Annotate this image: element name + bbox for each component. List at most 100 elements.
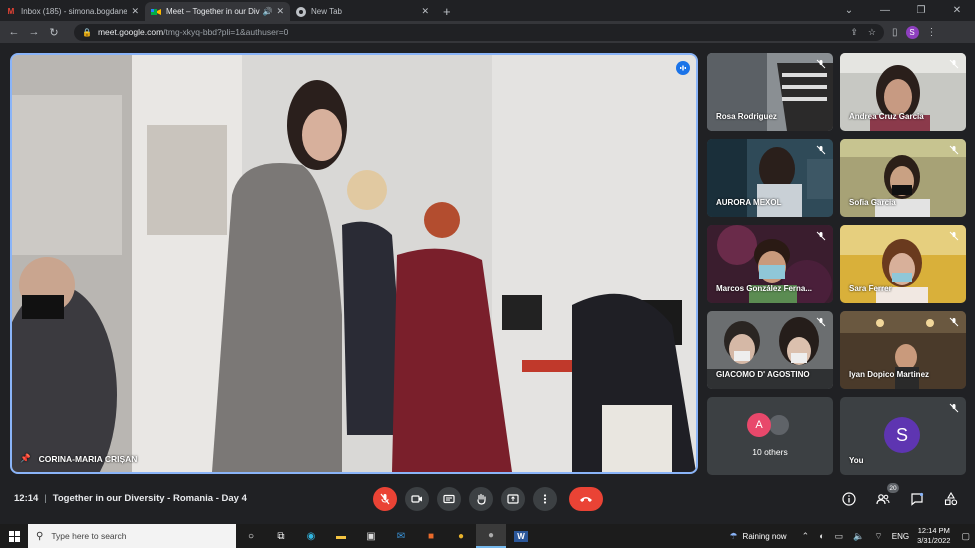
gmail-icon: M	[7, 7, 15, 16]
pin-icon[interactable]: 📌	[20, 453, 31, 464]
word-icon[interactable]: W	[506, 524, 536, 548]
forward-icon[interactable]: →	[24, 22, 44, 42]
tab-gmail[interactable]: M Inbox (185) - simona.bogdanesc ✕	[0, 2, 145, 21]
battery-icon[interactable]: ▭	[835, 531, 844, 542]
mic-off-icon	[380, 493, 390, 505]
captions-button[interactable]	[437, 487, 461, 511]
new-tab-button[interactable]: +	[443, 2, 451, 21]
weather-rain-icon[interactable]: ☂	[729, 531, 737, 542]
profile-avatar[interactable]: S	[905, 25, 919, 39]
mic-off-icon	[949, 317, 959, 327]
others-tile[interactable]: A 10 others	[707, 397, 833, 475]
task-view-icon[interactable]: ⧉	[266, 524, 296, 548]
camera-toggle-button[interactable]	[405, 487, 429, 511]
lock-icon[interactable]: 🔒	[82, 28, 92, 37]
side-panel-icon[interactable]: ▯	[892, 27, 898, 38]
participant-name: Sofia Garcia	[849, 198, 896, 207]
taskbar-clock[interactable]: 12:14 PM 3/31/2022	[917, 526, 950, 546]
participant-name: Iyan Dopico Martinez	[849, 370, 930, 379]
stage-speaker-name: CORINA-MARIA CRIȘAN	[38, 453, 138, 464]
chrome-taskbar-icon[interactable]: ●	[446, 524, 476, 548]
reload-icon[interactable]: ↻	[44, 22, 64, 42]
menu-kebab-icon[interactable]: ⋮	[927, 27, 937, 38]
chevron-up-icon[interactable]: ⌃	[802, 531, 810, 542]
mic-toggle-button[interactable]	[373, 487, 397, 511]
store-icon[interactable]: ▣	[356, 524, 386, 548]
weather-label[interactable]: Raining now	[743, 532, 787, 541]
back-icon[interactable]: ←	[4, 22, 24, 42]
clock-date: 3/31/2022	[917, 536, 951, 545]
people-button[interactable]: 20	[873, 483, 899, 509]
minimize-icon[interactable]: —	[867, 0, 903, 21]
language-indicator[interactable]: ENG	[892, 532, 909, 541]
notifications-icon[interactable]: ▢	[961, 531, 970, 542]
mic-off-icon	[949, 59, 959, 69]
tab-title: Meet – Together in our Diversi	[166, 7, 260, 16]
camera-icon	[411, 495, 422, 503]
leave-call-button[interactable]	[569, 487, 603, 511]
people-icon	[876, 494, 890, 505]
wifi-icon[interactable]: ⌔	[874, 531, 882, 542]
chrome-active-window-icon[interactable]: ●	[476, 524, 506, 548]
tab-title: Inbox (185) - simona.bogdanesc	[21, 7, 128, 16]
activities-button[interactable]	[941, 489, 961, 509]
meet-icon	[151, 7, 161, 17]
meeting-separator: |	[44, 493, 47, 504]
chat-button[interactable]	[907, 489, 927, 509]
meeting-time: 12:14	[14, 493, 39, 504]
participant-tile[interactable]: Iyan Dopico Martinez	[840, 311, 966, 389]
volume-muted-icon[interactable]: 🔈	[853, 531, 864, 542]
bookmark-star-icon[interactable]: ☆	[868, 27, 876, 38]
url-host: meet.google.com	[97, 27, 164, 37]
edge-icon[interactable]: ◉	[296, 524, 326, 548]
raise-hand-button[interactable]	[469, 487, 493, 511]
mic-off-icon	[816, 231, 826, 241]
participant-tile[interactable]: AURORA MEXOL	[707, 139, 833, 217]
cortana-icon[interactable]: ○	[236, 524, 266, 548]
close-tab-icon[interactable]: ✕	[276, 6, 284, 17]
info-icon	[842, 492, 856, 506]
tab-meet[interactable]: Meet – Together in our Diversi 🔊 ✕	[145, 2, 290, 21]
participant-tile[interactable]: Sofia Garcia	[840, 139, 966, 217]
participant-tile[interactable]: Marcos González Ferna...	[707, 225, 833, 303]
windows-taskbar: ⚲ Type here to search ○ ⧉ ◉ ▬ ▣ ✉ ■ ● ● …	[0, 524, 975, 548]
participant-name: GIACOMO D' AGOSTINO	[716, 370, 810, 379]
meet-now-icon[interactable]: ◐	[819, 531, 824, 541]
speaker-icon[interactable]: 🔊	[262, 7, 272, 16]
close-tab-icon[interactable]: ✕	[131, 6, 139, 17]
participant-name: Andrea Cruz Garcia	[849, 112, 924, 121]
participant-tile[interactable]: GIACOMO D' AGOSTINO	[707, 311, 833, 389]
taskbar-search-placeholder: Type here to search	[51, 531, 127, 541]
people-count-badge: 20	[887, 483, 899, 493]
tab-search-icon[interactable]: ⌄	[831, 0, 867, 21]
search-icon: ⚲	[36, 530, 44, 542]
mic-off-icon	[949, 403, 959, 413]
self-tile[interactable]: S You	[840, 397, 966, 475]
file-explorer-icon[interactable]: ▬	[326, 524, 356, 548]
restore-icon[interactable]: ❐	[903, 0, 939, 21]
close-window-icon[interactable]: ✕	[939, 0, 975, 21]
office-icon[interactable]: ■	[416, 524, 446, 548]
present-screen-icon	[507, 494, 519, 504]
system-tray: ☂ Raining now ⌃ ◐ ▭ 🔈 ⌔ ENG 12:14 PM 3/3…	[724, 524, 975, 548]
participant-name: AURORA MEXOL	[716, 198, 782, 207]
participant-tile[interactable]: Rosa Rodriguez	[707, 53, 833, 131]
participant-tile[interactable]: Sara Ferrer	[840, 225, 966, 303]
close-tab-icon[interactable]: ✕	[421, 6, 429, 17]
windows-start-icon[interactable]	[0, 524, 28, 548]
more-options-button[interactable]	[533, 487, 557, 511]
taskbar-search-box[interactable]: ⚲ Type here to search	[28, 524, 236, 548]
hand-icon	[477, 493, 486, 505]
meeting-details-button[interactable]	[839, 489, 859, 509]
share-icon[interactable]: ⇪	[850, 27, 858, 38]
mail-icon[interactable]: ✉	[386, 524, 416, 548]
window-controls: ⌄ — ❐ ✕	[831, 0, 975, 21]
stage-speaker-label: 📌 CORINA-MARIA CRIȘAN	[20, 453, 137, 464]
present-button[interactable]	[501, 487, 525, 511]
main-video-stage[interactable]: 📌 CORINA-MARIA CRIȘAN	[10, 53, 698, 474]
address-bar[interactable]: 🔒 meet.google.com/tmg-xkyq-bbd?pli=1&aut…	[74, 23, 884, 41]
clock-time: 12:14 PM	[917, 526, 950, 535]
self-avatar: S	[884, 417, 920, 453]
tab-new[interactable]: New Tab ✕	[290, 2, 435, 21]
participant-tile[interactable]: Andrea Cruz Garcia	[840, 53, 966, 131]
